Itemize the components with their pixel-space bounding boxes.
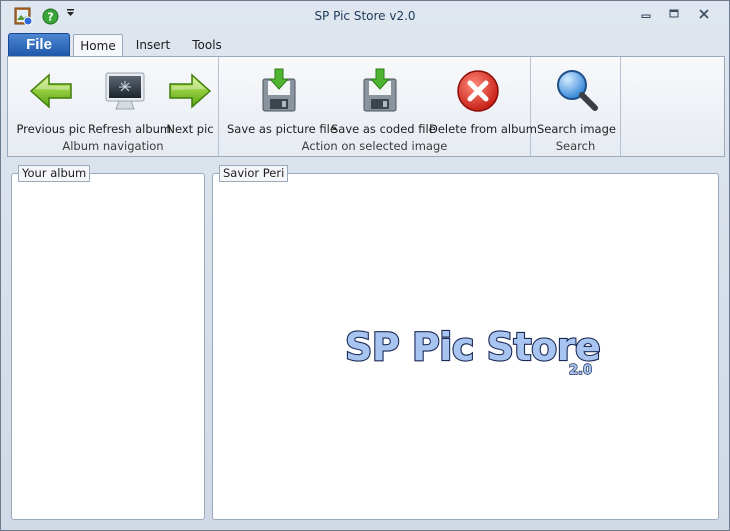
svg-text:SP Pic Store: SP Pic Store: [345, 325, 600, 369]
viewer-panel-title: Savior Peri: [219, 165, 289, 182]
tab-home[interactable]: Home: [73, 34, 123, 57]
tab-insert[interactable]: Insert: [129, 34, 177, 57]
next-pic-button[interactable]: Next pic: [165, 63, 215, 139]
ribbon: Previous pic Refresh album Next pic Albu…: [7, 56, 725, 157]
app-window: ? SP Pic Store v2.0 File Home Insert Too…: [0, 0, 730, 531]
group-label-action-on-selected-image: Action on selected image: [301, 139, 448, 153]
maximize-icon: [669, 9, 679, 18]
arrow-right-icon: [169, 73, 212, 109]
save-as-picture-file-button[interactable]: Save as picture file: [227, 63, 337, 139]
next-pic-label: Next pic: [166, 122, 214, 136]
minimize-icon: [641, 14, 651, 18]
title-bar[interactable]: ? SP Pic Store v2.0: [1, 1, 729, 31]
save-disk-icon: [363, 68, 397, 112]
delete-x-icon: [457, 70, 499, 112]
refresh-album-label: Refresh album: [88, 122, 172, 136]
file-menu-button[interactable]: File: [8, 33, 70, 57]
album-panel[interactable]: Your album: [11, 165, 205, 520]
arrow-left-icon: [29, 73, 72, 109]
close-icon: [699, 9, 709, 19]
monitor-icon: [105, 72, 145, 110]
app-logo: SP Pic Store 2.0: [344, 324, 602, 379]
save-disk-icon: [262, 68, 296, 112]
ribbon-tab-row: File Home Insert Tools: [1, 31, 729, 57]
window-title: SP Pic Store v2.0: [314, 9, 416, 23]
tab-tools[interactable]: Tools: [185, 34, 229, 57]
previous-pic-button[interactable]: Previous pic: [14, 63, 88, 139]
close-button[interactable]: [691, 5, 717, 22]
search-image-button[interactable]: Search image: [537, 63, 616, 139]
save-as-coded-file-button[interactable]: Save as coded file: [331, 63, 436, 139]
album-panel-title: Your album: [18, 165, 91, 182]
previous-pic-label: Previous pic: [16, 122, 86, 136]
minimize-button[interactable]: [633, 5, 659, 22]
viewer-panel: Savior Peri SP Pic Store 2.0: [212, 165, 719, 520]
save-as-coded-file-label: Save as coded file: [331, 122, 436, 136]
group-search: Search image Search: [531, 57, 621, 156]
maximize-button[interactable]: [661, 5, 687, 22]
delete-from-album-label: Delete from album: [429, 122, 537, 136]
refresh-album-button[interactable]: Refresh album: [88, 63, 172, 139]
search-image-label: Search image: [537, 122, 616, 136]
group-action-on-selected-image: Save as picture file Save as coded file: [219, 57, 537, 156]
group-label-album-navigation: Album navigation: [62, 139, 164, 153]
svg-text:2.0: 2.0: [569, 363, 592, 378]
group-label-search: Search: [555, 139, 596, 153]
delete-from-album-button[interactable]: Delete from album: [429, 63, 537, 139]
save-as-picture-file-label: Save as picture file: [227, 122, 337, 136]
group-album-navigation: Previous pic Refresh album Next pic Albu…: [8, 57, 219, 156]
magnifier-icon: [557, 70, 598, 111]
